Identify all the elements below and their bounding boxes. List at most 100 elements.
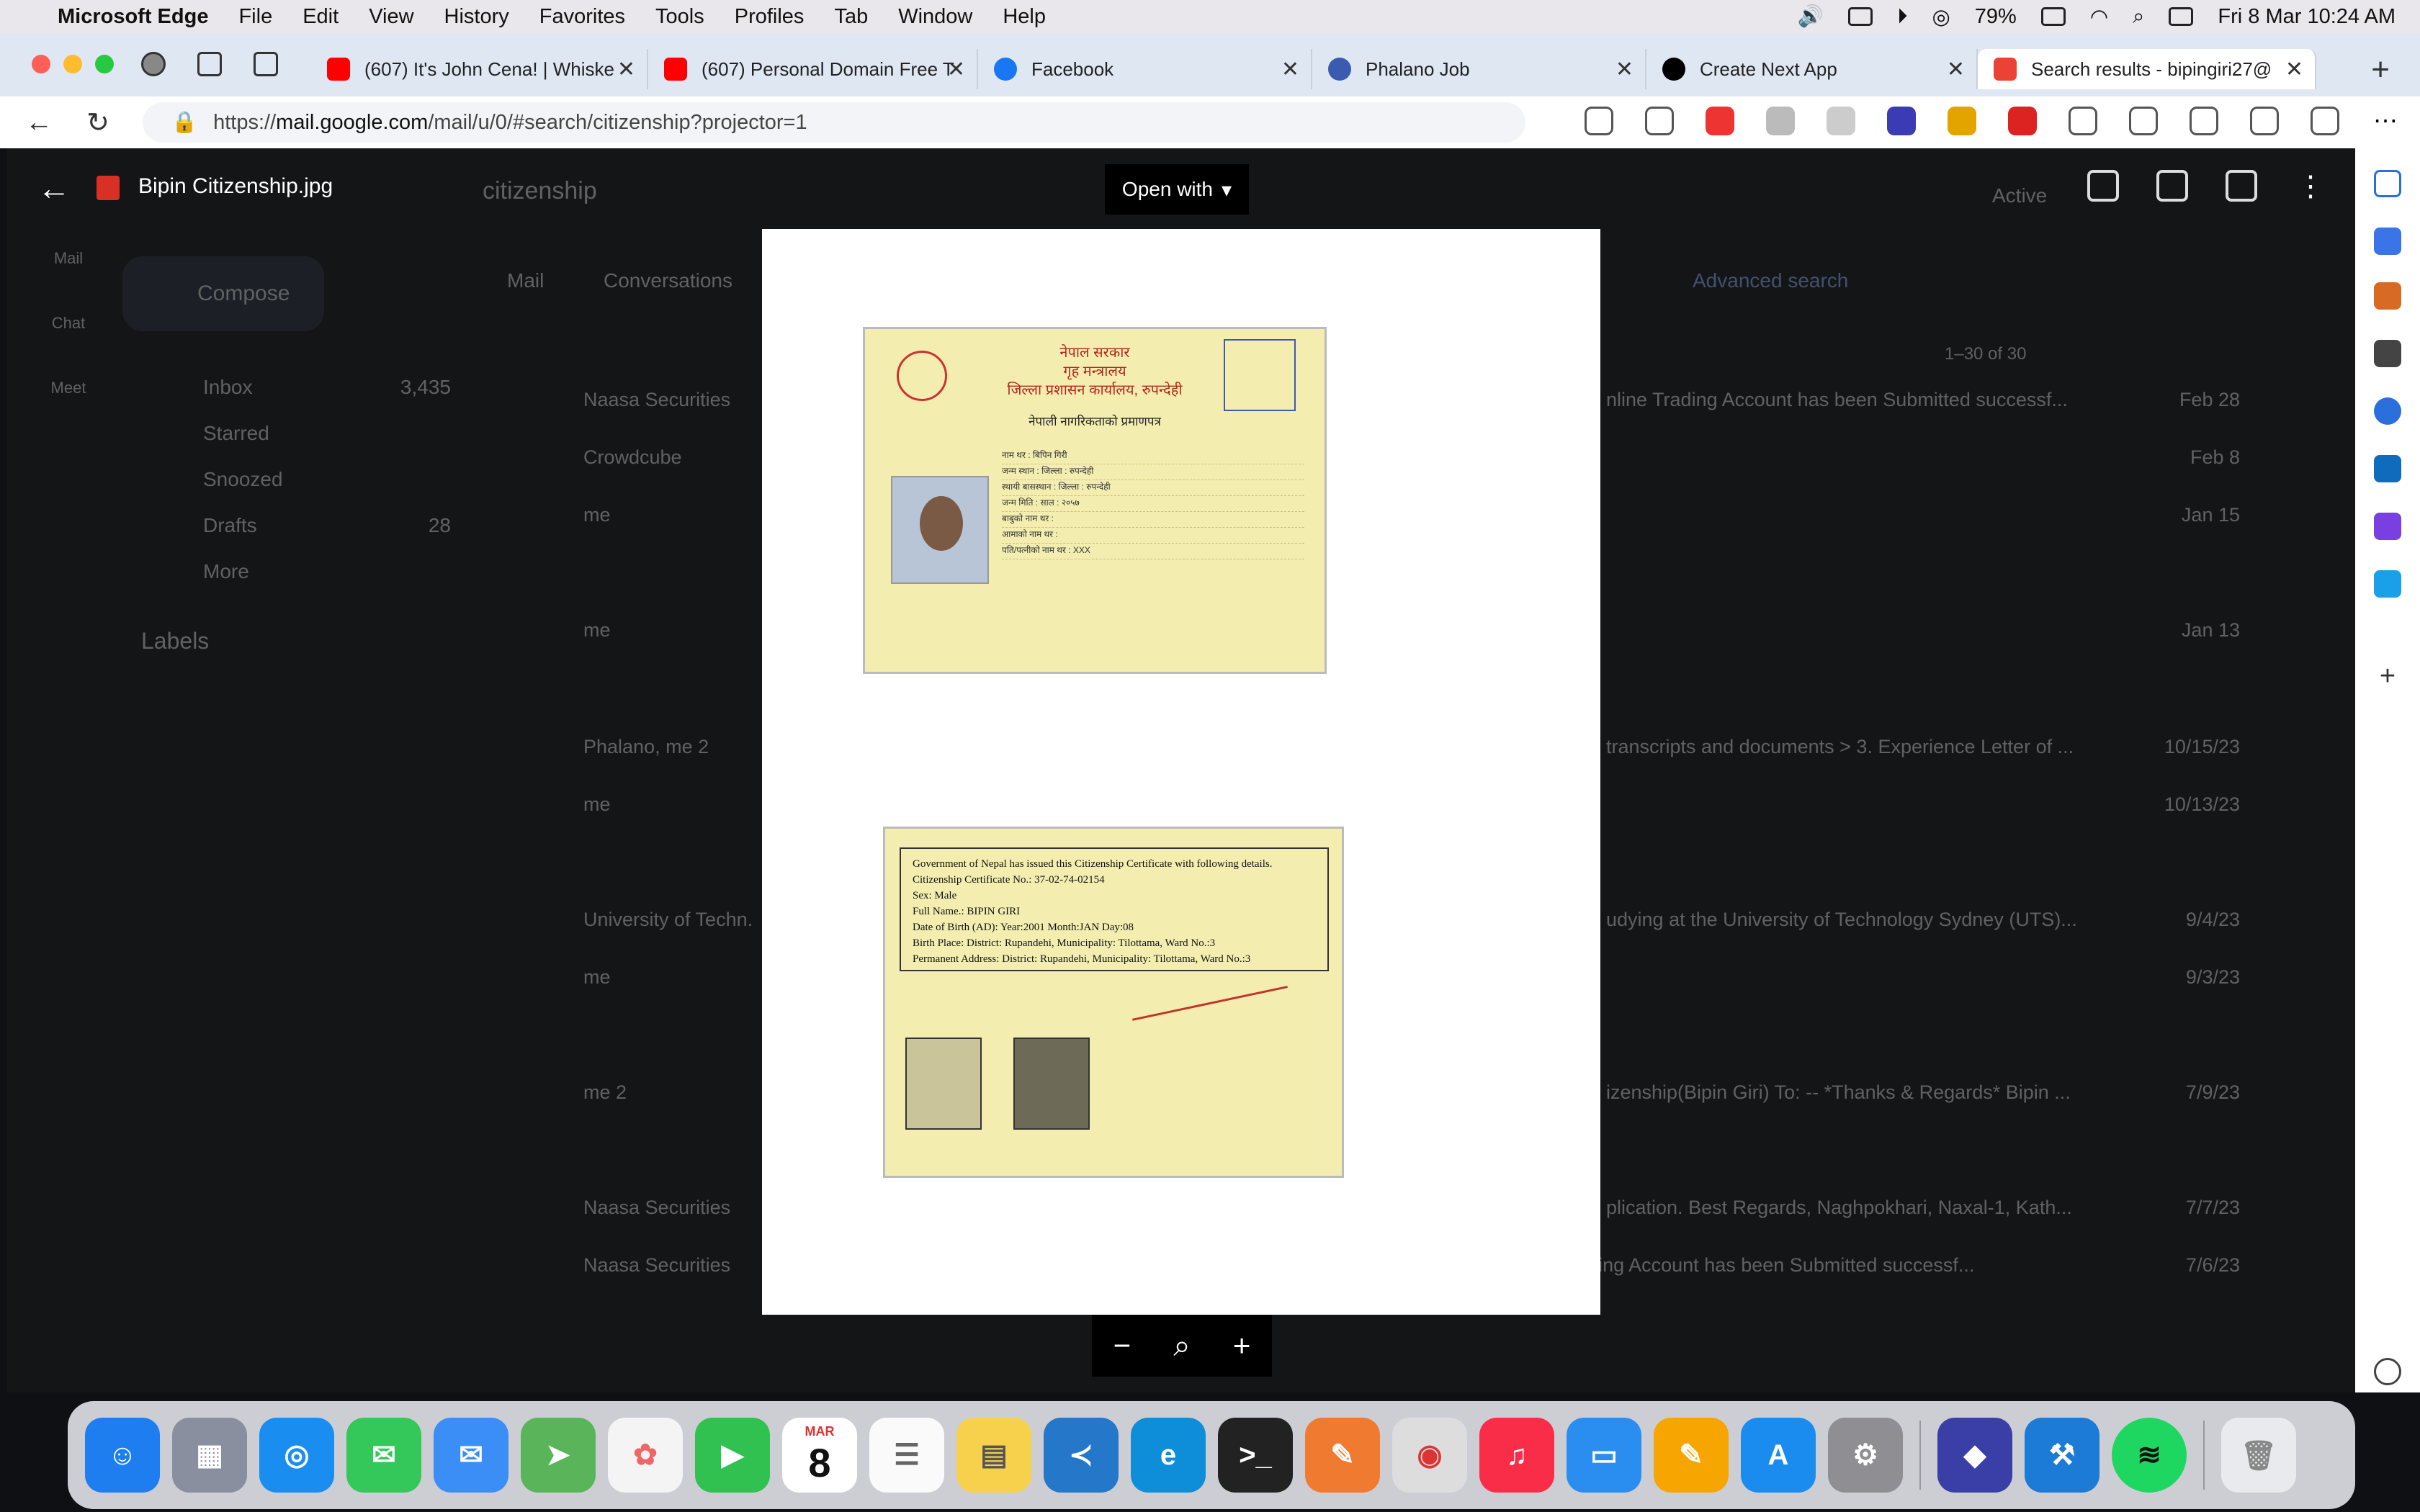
menu-help[interactable]: Help: [1003, 5, 1046, 29]
control-center-icon[interactable]: [2169, 7, 2194, 26]
search-icon[interactable]: [2374, 170, 2401, 197]
m365-icon[interactable]: [2374, 397, 2401, 425]
tab-close-icon[interactable]: ✕: [1615, 57, 1634, 82]
more-icon[interactable]: ⋯: [2371, 107, 2400, 135]
extension-icon[interactable]: [1766, 107, 1795, 135]
favorite-star-icon[interactable]: [1645, 107, 1674, 135]
menu-edit[interactable]: Edit: [302, 5, 339, 29]
chrome-icon[interactable]: ◉: [1392, 1418, 1467, 1493]
finder-icon[interactable]: ☺: [85, 1418, 160, 1493]
zoom-in-button[interactable]: +: [1233, 1328, 1251, 1363]
profile-avatar[interactable]: [141, 52, 166, 76]
tab-next-app[interactable]: Create Next App ✕: [1646, 49, 1978, 89]
viewer-back-icon[interactable]: ←: [37, 168, 71, 207]
app-store-icon[interactable]: A: [1741, 1418, 1816, 1493]
system-settings-icon[interactable]: ⚙: [1828, 1418, 1903, 1493]
tab-youtube-1[interactable]: (607) It's John Cena! | Whiske ✕: [311, 49, 648, 89]
app-name[interactable]: Microsoft Edge: [58, 5, 208, 29]
add-app-icon[interactable]: +: [2374, 661, 2401, 691]
spotify-icon[interactable]: ≋: [2112, 1418, 2187, 1493]
back-icon[interactable]: ←: [17, 107, 60, 138]
safari-icon[interactable]: ◎: [259, 1418, 334, 1493]
advanced-search-link[interactable]: Advanced search: [1693, 269, 1848, 292]
zoom-window-button[interactable]: [95, 55, 114, 73]
extension-icon[interactable]: [1887, 107, 1916, 135]
zoom-icon[interactable]: ⌕: [1173, 1328, 1191, 1364]
folder-inbox[interactable]: Inbox 3,435: [148, 364, 451, 410]
open-with-button[interactable]: Open with ▾: [1105, 164, 1249, 215]
launchpad-icon[interactable]: ▦: [172, 1418, 247, 1493]
more-vert-icon[interactable]: ⋮: [2295, 170, 2326, 202]
folder-snoozed[interactable]: Snoozed: [148, 456, 451, 503]
send-icon[interactable]: [2374, 570, 2401, 598]
rail-mail[interactable]: Mail: [29, 249, 108, 268]
tag-icon[interactable]: [2374, 228, 2401, 255]
zoom-out-button[interactable]: −: [1113, 1328, 1131, 1363]
split-screen-icon[interactable]: [2129, 107, 2158, 135]
play-icon[interactable]: ⏵: [1897, 5, 1908, 29]
workspaces-icon[interactable]: [197, 52, 222, 76]
compose-button[interactable]: Compose: [122, 256, 324, 331]
extension-icon[interactable]: [1827, 107, 1855, 135]
tab-gmail[interactable]: Search results - bipingiri27@ ✕: [1978, 49, 2316, 89]
menu-view[interactable]: View: [369, 5, 413, 29]
folder-drafts[interactable]: Drafts 28: [148, 503, 451, 549]
calendar-icon[interactable]: MAR 8: [782, 1418, 857, 1493]
rail-chat[interactable]: Chat: [29, 314, 108, 333]
display-icon[interactable]: [1847, 7, 1873, 26]
menu-tools[interactable]: Tools: [655, 5, 704, 29]
chess-icon[interactable]: [2374, 340, 2401, 367]
puzzle-icon[interactable]: [2069, 107, 2097, 135]
tab-close-icon[interactable]: ✕: [1281, 57, 1299, 82]
tab-youtube-2[interactable]: (607) Personal Domain Free T ✕: [648, 49, 978, 89]
menu-file[interactable]: File: [238, 5, 272, 29]
outlook-icon[interactable]: [2374, 455, 2401, 482]
tab-close-icon[interactable]: ✕: [617, 57, 635, 82]
refresh-icon[interactable]: ↻: [76, 107, 120, 139]
new-tab-button[interactable]: +: [2371, 52, 2390, 88]
favorites-icon[interactable]: [2190, 107, 2218, 135]
battery-icon[interactable]: [2040, 7, 2066, 26]
volume-icon[interactable]: 🔊: [1798, 4, 1824, 29]
vectornator-icon[interactable]: ✎: [1305, 1418, 1380, 1493]
menu-favorites[interactable]: Favorites: [539, 5, 625, 29]
rail-meet[interactable]: Meet: [29, 379, 108, 397]
heart-icon[interactable]: [2311, 107, 2339, 135]
vscode-icon[interactable]: ≺: [1044, 1418, 1119, 1493]
close-window-button[interactable]: [32, 55, 50, 73]
download-icon[interactable]: [2226, 170, 2257, 202]
designer-icon[interactable]: [2374, 513, 2401, 540]
reminders-icon[interactable]: ☰: [869, 1418, 944, 1493]
briefcase-icon[interactable]: [2374, 282, 2401, 310]
menu-tab[interactable]: Tab: [834, 5, 868, 29]
extension-icon[interactable]: [1706, 107, 1734, 135]
messages-icon[interactable]: ✉: [346, 1418, 421, 1493]
url-field[interactable]: 🔒 https://mail.google.com/mail/u/0/#sear…: [143, 102, 1525, 143]
trash-icon[interactable]: 🗑: [2221, 1418, 2296, 1493]
menu-profiles[interactable]: Profiles: [735, 5, 805, 29]
tab-close-icon[interactable]: ✕: [947, 57, 965, 82]
edge-icon[interactable]: e: [1131, 1418, 1206, 1493]
collections-icon[interactable]: [2250, 107, 2279, 135]
minimize-window-button[interactable]: [63, 55, 82, 73]
mail-icon[interactable]: ✉: [434, 1418, 508, 1493]
add-to-drive-icon[interactable]: [2087, 170, 2119, 202]
vertical-tabs-icon[interactable]: [254, 52, 278, 76]
keynote-icon[interactable]: ▭: [1567, 1418, 1641, 1493]
tab-phalano[interactable]: Phalano Job ✕: [1312, 49, 1646, 89]
shortcuts-icon[interactable]: ◆: [1937, 1418, 2012, 1493]
tab-close-icon[interactable]: ✕: [2285, 57, 2303, 82]
extension-icon[interactable]: [2008, 107, 2037, 135]
wifi-icon[interactable]: ◠: [2090, 4, 2108, 30]
music-icon[interactable]: ♫: [1479, 1418, 1554, 1493]
folder-more[interactable]: More: [148, 549, 451, 595]
tab-close-icon[interactable]: ✕: [1947, 57, 1965, 82]
xcode-icon[interactable]: ⚒: [2025, 1418, 2099, 1493]
folder-starred[interactable]: Starred: [148, 410, 451, 456]
extension-icon[interactable]: [1948, 107, 1976, 135]
print-icon[interactable]: [2156, 170, 2188, 202]
airdrop-icon[interactable]: ◎: [1932, 4, 1950, 30]
datetime[interactable]: Fri 8 Mar 10:24 AM: [2218, 5, 2396, 29]
facetime-icon[interactable]: ▶: [695, 1418, 770, 1493]
maps-icon[interactable]: ➤: [521, 1418, 596, 1493]
